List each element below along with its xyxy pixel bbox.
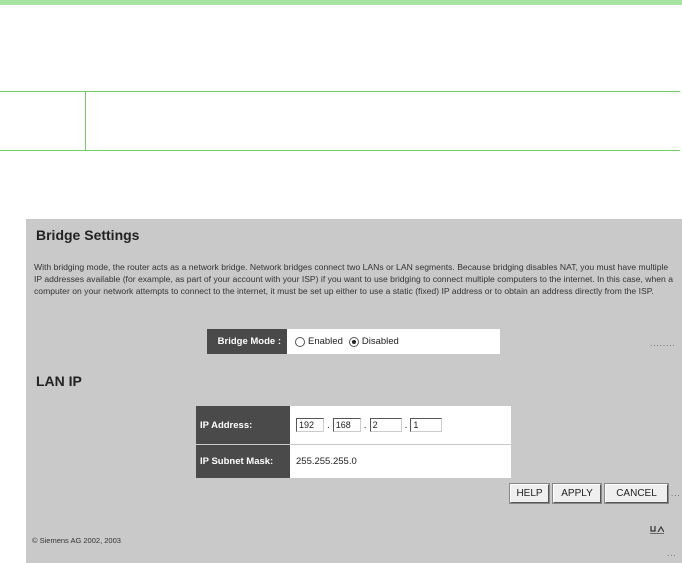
bridge-mode-options: Enabled Disabled [287,329,500,354]
top-accent-bar [0,0,682,5]
bridge-settings-panel: Bridge Settings With bridging mode, the … [26,219,682,563]
ip-octet-1[interactable] [296,418,324,432]
lan-ip-title: LAN IP [36,373,82,389]
note-table [0,91,680,151]
cancel-button[interactable]: CANCEL [604,483,669,504]
radio-disabled[interactable] [348,336,359,347]
enabled-label: Enabled [308,336,343,347]
dotted-spacer-2: ... [671,489,681,498]
ip-octet-3[interactable] [369,418,402,432]
dotted-spacer: ........ [650,339,676,348]
ip-address-fields: . . . [290,406,511,444]
bridge-mode-enabled-option[interactable]: Enabled [295,336,343,347]
bridge-description: With bridging mode, the router acts as a… [34,262,673,296]
ip-octet-4[interactable] [410,418,443,432]
ip-octet-2[interactable] [332,418,361,432]
bridge-settings-title: Bridge Settings [36,227,140,243]
disabled-label: Disabled [361,336,399,347]
ip-address-label: IP Address: [196,406,290,444]
bridge-mode-label: Bridge Mode : [207,329,287,354]
up-arrow-icon[interactable] [650,524,664,534]
apply-button[interactable]: APPLY [552,483,602,504]
subnet-mask-label: IP Subnet Mask: [196,445,290,478]
dotted-spacer-3: ... [667,549,677,558]
bridge-mode-disabled-option[interactable]: Disabled [348,336,399,347]
radio-enabled[interactable] [295,336,305,347]
help-button[interactable]: HELP [509,483,550,504]
subnet-mask-value: 255.255.255.0 [290,445,511,478]
note-left-cell [0,92,85,150]
copyright-text: © Siemens AG 2002, 2003 [32,536,121,545]
note-right-cell [86,92,680,150]
